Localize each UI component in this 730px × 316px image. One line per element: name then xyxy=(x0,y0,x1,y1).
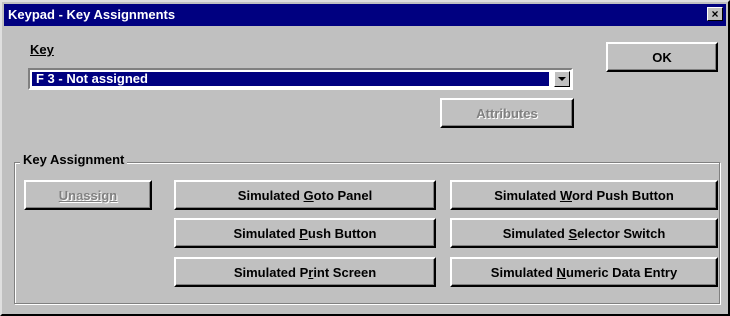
unassign-button[interactable]: Unassign xyxy=(24,180,152,210)
simulated-push-button-label: Simulated Push Button xyxy=(233,225,377,241)
simulated-selector-switch-label: Simulated Selector Switch xyxy=(502,225,666,241)
simulated-print-screen-label: Simulated Print Screen xyxy=(233,264,377,280)
key-dropdown[interactable]: F 3 - Not assigned xyxy=(28,68,573,90)
simulated-selector-switch-button[interactable]: Simulated Selector Switch xyxy=(450,218,718,248)
simulated-goto-panel-button[interactable]: Simulated Goto Panel xyxy=(174,180,436,210)
simulated-word-push-button-label: Simulated Word Push Button xyxy=(494,187,674,203)
window-title: Keypad - Key Assignments xyxy=(8,7,176,22)
ok-button[interactable]: OK xyxy=(606,42,718,72)
attributes-button-label: Attributes xyxy=(476,105,538,121)
simulated-print-screen-button[interactable]: Simulated Print Screen xyxy=(174,257,436,287)
dialog-window: Keypad - Key Assignments × Key F 3 - Not… xyxy=(0,0,730,316)
attributes-button[interactable]: Attributes xyxy=(440,98,574,128)
key-label: Key xyxy=(30,42,54,57)
simulated-numeric-data-entry-button[interactable]: Simulated Numeric Data Entry xyxy=(450,257,718,287)
close-button[interactable]: × xyxy=(707,7,723,21)
title-bar[interactable]: Keypad - Key Assignments × xyxy=(4,4,726,26)
key-assignment-group-label: Key Assignment xyxy=(20,152,128,167)
simulated-word-push-button-button[interactable]: Simulated Word Push Button xyxy=(450,180,718,210)
key-dropdown-value: F 3 - Not assigned xyxy=(32,72,549,86)
simulated-push-button-button[interactable]: Simulated Push Button xyxy=(174,218,436,248)
ok-button-label: OK xyxy=(652,49,672,65)
simulated-numeric-data-entry-label: Simulated Numeric Data Entry xyxy=(490,264,678,280)
simulated-goto-panel-label: Simulated Goto Panel xyxy=(237,187,373,203)
unassign-button-label: Unassign xyxy=(58,187,118,203)
chevron-down-icon[interactable] xyxy=(554,71,570,87)
